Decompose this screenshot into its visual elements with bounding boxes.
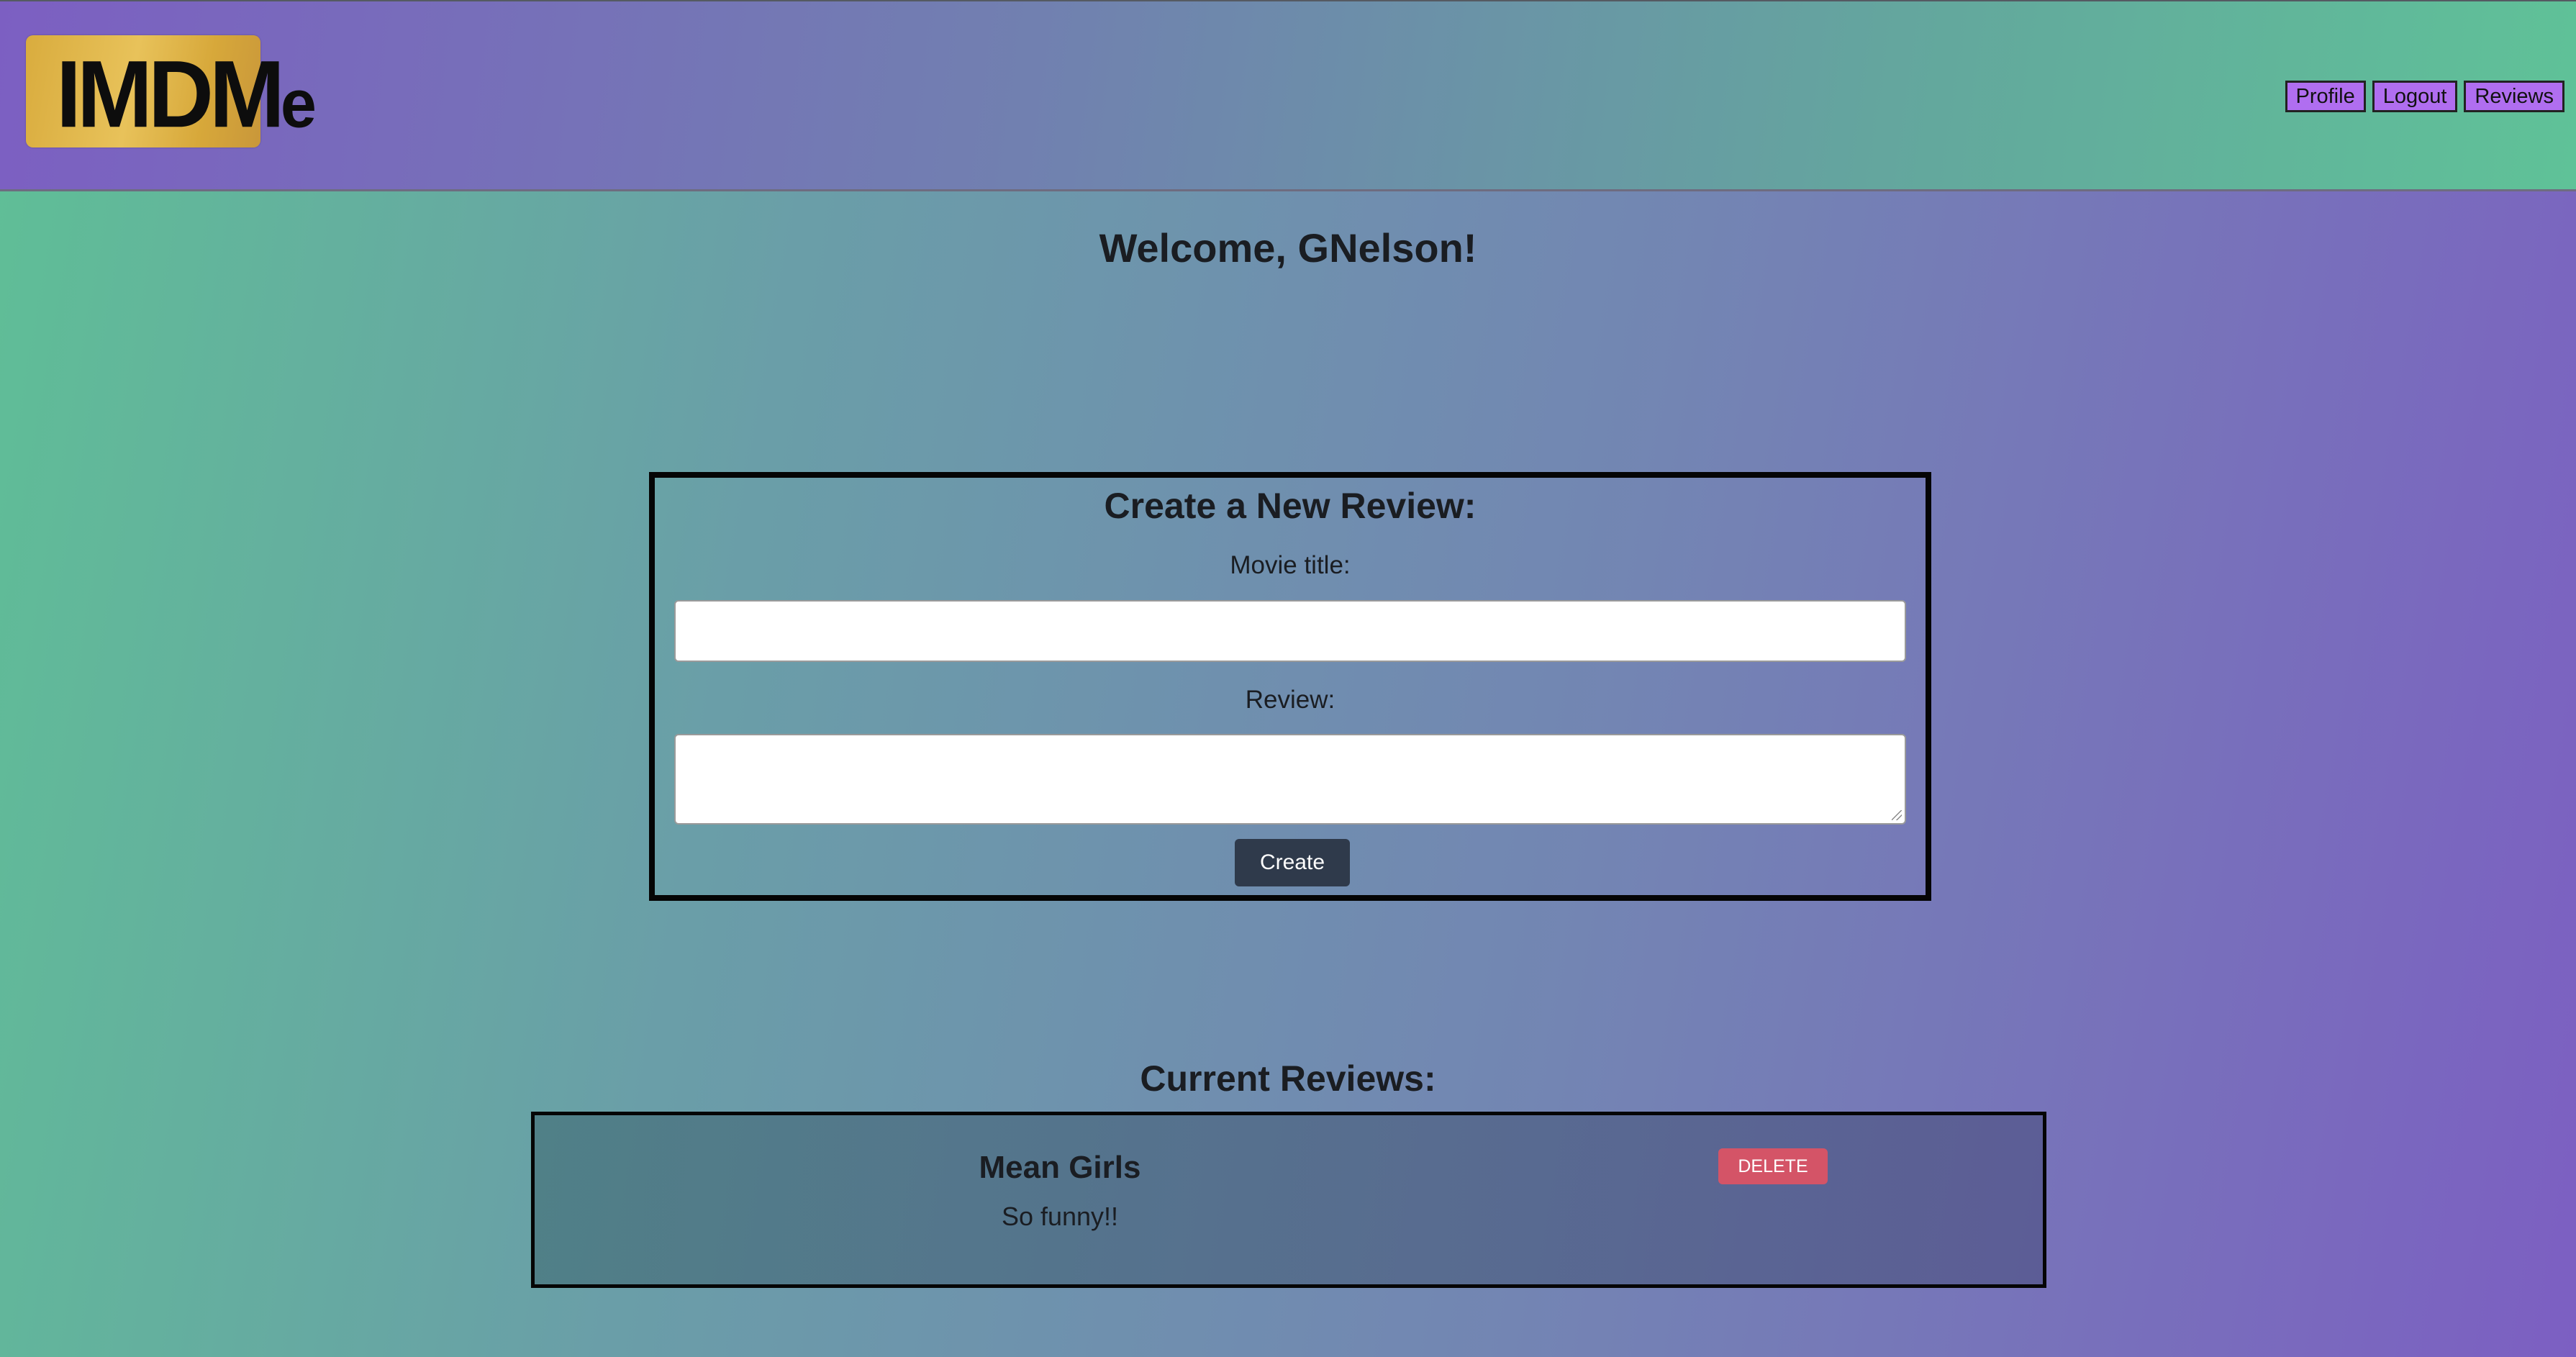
logo-main-text: IMDM <box>56 40 285 148</box>
navbar: IMDMe Profile Logout Reviews <box>0 0 2576 191</box>
review-text: So funny!! <box>1001 1202 1119 1231</box>
logo-suffix-text: e <box>280 66 317 142</box>
resize-grip-icon[interactable] <box>1892 810 1902 820</box>
imdme-logo[interactable]: IMDMe <box>26 35 317 148</box>
movie-title-input[interactable] <box>674 600 1906 662</box>
create-review-form: Create a New Review: Movie title: Review… <box>649 472 1931 901</box>
current-reviews-heading: Current Reviews: <box>1140 1058 1436 1099</box>
review-textarea[interactable] <box>674 734 1906 825</box>
review-card: Mean Girls So funny!! DELETE <box>531 1112 2046 1288</box>
welcome-heading: Welcome, GNelson! <box>1099 225 1477 271</box>
profile-button[interactable]: Profile <box>2285 81 2366 112</box>
movie-title-label: Movie title: <box>1230 551 1351 579</box>
review-movie-title: Mean Girls <box>979 1150 1141 1185</box>
review-label: Review: <box>1245 686 1335 714</box>
create-button[interactable]: Create <box>1235 839 1350 886</box>
reviews-button[interactable]: Reviews <box>2464 81 2564 112</box>
delete-button[interactable]: DELETE <box>1718 1148 1828 1184</box>
logo-text: IMDMe <box>56 46 317 142</box>
nav-buttons: Profile Logout Reviews <box>2285 81 2564 112</box>
form-title: Create a New Review: <box>1104 486 1477 526</box>
logout-button[interactable]: Logout <box>2372 81 2458 112</box>
